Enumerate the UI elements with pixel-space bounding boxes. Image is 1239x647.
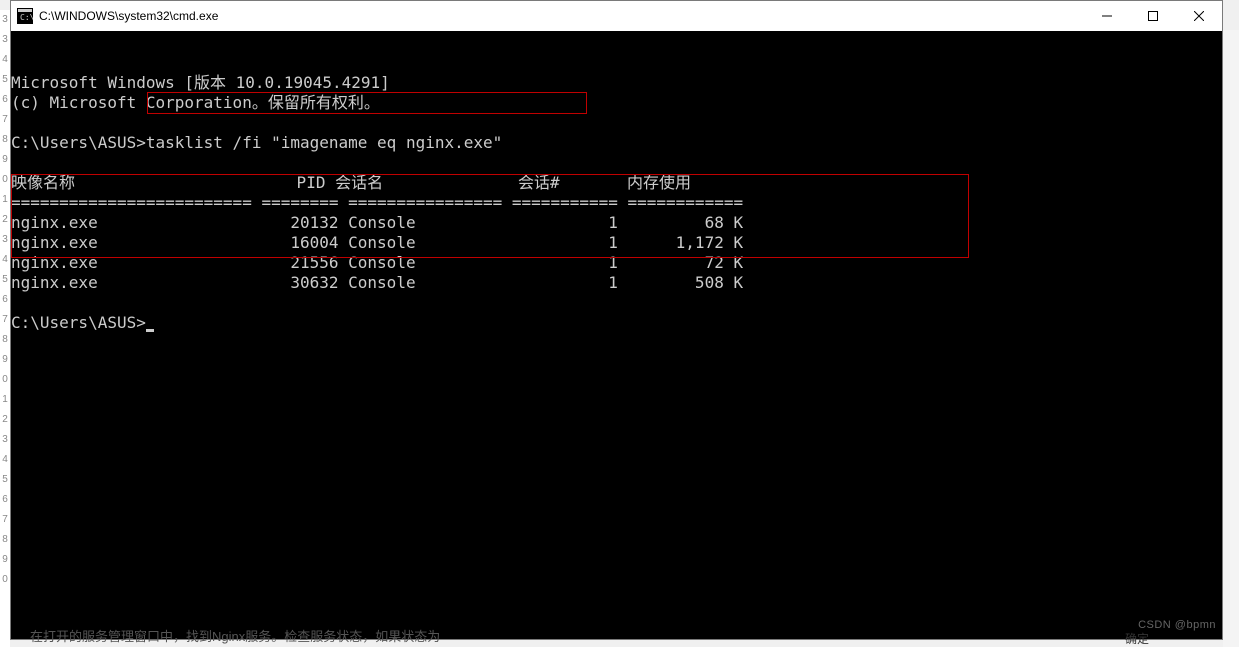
minimize-button[interactable] (1084, 1, 1130, 31)
background-article-text: 在打开的服务管理窗口中，找到Nginx服务。检查服务状态，如果状态为 (30, 626, 440, 645)
editor-line-number-gutter: 3 3 4 5 6 7 8 9 0 1 2 3 4 5 6 7 8 9 0 1 … (0, 10, 10, 647)
terminal-cursor (146, 329, 154, 332)
window-titlebar[interactable]: C:\ C:\WINDOWS\system32\cmd.exe (11, 1, 1222, 31)
maximize-button[interactable] (1130, 1, 1176, 31)
cmd-icon: C:\ (17, 8, 33, 24)
terminal-area[interactable]: Microsoft Windows [版本 10.0.19045.4291] (… (11, 31, 1222, 639)
background-confirm-label: 确定 (1125, 630, 1149, 647)
editor-right-edge (1223, 30, 1239, 647)
window-title: C:\WINDOWS\system32\cmd.exe (39, 9, 1084, 23)
svg-text:C:\: C:\ (20, 13, 33, 22)
watermark-text: CSDN @bpmn (1138, 615, 1216, 635)
cmd-window: C:\ C:\WINDOWS\system32\cmd.exe Microsof… (10, 0, 1223, 640)
close-button[interactable] (1176, 1, 1222, 31)
